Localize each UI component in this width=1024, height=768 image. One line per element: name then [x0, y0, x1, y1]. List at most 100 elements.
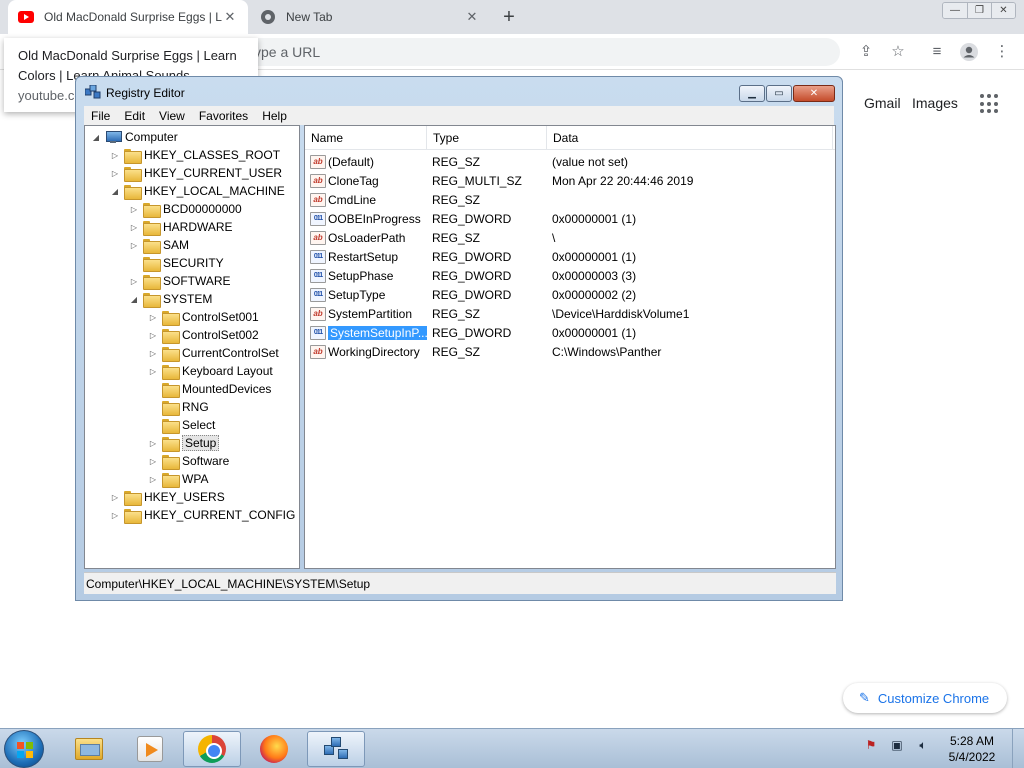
tree-item[interactable]: ▷ HKEY_CLASSES_ROOT [110, 146, 280, 164]
network-icon[interactable]: ▣ [888, 737, 906, 753]
expand-arrow-icon[interactable]: ▷ [148, 331, 158, 340]
regedit-icon [322, 735, 350, 763]
taskbar-media-player-button[interactable] [121, 731, 179, 767]
regedit-close-button[interactable]: ✕ [793, 85, 835, 102]
folder-icon [124, 166, 142, 182]
tree-item[interactable]: ◢ SYSTEM [129, 290, 212, 308]
tree-item[interactable]: ▷ Keyboard Layout [148, 362, 273, 380]
collapse-arrow-icon[interactable]: ◢ [129, 295, 139, 304]
regedit-minimize-button[interactable]: ▁ [739, 85, 765, 102]
taskbar-explorer-button[interactable] [60, 731, 118, 767]
menu-favorites[interactable]: Favorites [192, 109, 255, 123]
tree-item[interactable]: ◢ HKEY_LOCAL_MACHINE [110, 182, 285, 200]
expand-arrow-icon[interactable]: ▷ [110, 169, 120, 178]
table-row[interactable]: ab CmdLine REG_SZ [305, 190, 835, 209]
registry-key-tree[interactable]: ◢ Computer ▷ HKEY_CLASSES_ROOT ▷ HKEY_CURRENT… [84, 125, 300, 569]
tree-item[interactable]: ▷ BCD00000000 [129, 200, 242, 218]
action-center-icon[interactable]: ⚑ [862, 737, 880, 753]
menu-file[interactable]: File [84, 109, 117, 123]
computer-icon [105, 130, 122, 144]
restore-button[interactable]: ❐ [967, 3, 991, 18]
expand-arrow-icon[interactable]: ▷ [129, 223, 139, 232]
regedit-titlebar[interactable]: Registry Editor ▁ ▭ ✕ [76, 77, 842, 105]
star-icon[interactable]: ☆ [888, 42, 908, 62]
table-row[interactable]: 011 RestartSetup REG_DWORD 0x00000001 (1) [305, 247, 835, 266]
apps-grid-icon[interactable] [980, 94, 1000, 114]
expand-arrow-icon[interactable]: ▷ [129, 241, 139, 250]
tree-item-label: Select [182, 418, 216, 432]
tab-youtube[interactable]: Old MacDonald Surprise Eggs | Learn Colo… [8, 0, 248, 34]
table-row[interactable]: ab CloneTag REG_MULTI_SZ Mon Apr 22 20:44:4… [305, 171, 835, 190]
cell-data: 0x00000003 (3) [552, 268, 637, 283]
omnibox[interactable]: ype a URL [240, 38, 840, 66]
string-value-icon: ab [310, 306, 326, 321]
expand-arrow-icon[interactable]: ▷ [110, 151, 120, 160]
column-header-type[interactable]: Type [427, 126, 547, 150]
table-row[interactable]: 011 SetupType REG_DWORD 0x00000002 (2) [305, 285, 835, 304]
table-row[interactable]: ab (Default) REG_SZ (value not set) [305, 152, 835, 171]
taskbar-regedit-button[interactable] [307, 731, 365, 767]
tree-item[interactable]: ▷ CurrentControlSet [148, 344, 279, 362]
menu-view[interactable]: View [152, 109, 192, 123]
expand-arrow-icon[interactable]: ▷ [129, 277, 139, 286]
close-button[interactable]: ✕ [991, 3, 1015, 18]
media-control-icon[interactable]: ≡ [927, 42, 947, 62]
tree-item[interactable]: SECURITY [129, 254, 224, 272]
tree-item[interactable]: ▷ HKEY_USERS [110, 488, 225, 506]
clock[interactable]: 5:28 AM 5/4/2022 [940, 733, 1004, 765]
customize-chrome-button[interactable]: ✎ Customize Chrome [843, 683, 1007, 713]
tree-item[interactable]: ▷ HARDWARE [129, 218, 233, 236]
table-row[interactable]: 011 SetupPhase REG_DWORD 0x00000003 (3) [305, 266, 835, 285]
tab-close-icon[interactable]: ✕ [222, 9, 238, 25]
expand-arrow-icon[interactable]: ▷ [148, 367, 158, 376]
tree-item[interactable]: ▷ WPA [148, 470, 208, 488]
minimize-button[interactable]: — [943, 3, 967, 18]
tree-item[interactable]: ◢ Computer [91, 128, 178, 146]
volume-icon[interactable]: 🔈︎ [914, 737, 932, 753]
tree-item[interactable]: ▷ HKEY_CURRENT_USER [110, 164, 282, 182]
new-tab-button[interactable]: + [498, 6, 520, 28]
expand-arrow-icon[interactable]: ▷ [110, 511, 120, 520]
gmail-link[interactable]: Gmail [864, 95, 901, 111]
tree-item[interactable]: ▷ SAM [129, 236, 189, 254]
images-link[interactable]: Images [912, 95, 958, 111]
column-header-data[interactable]: Data [547, 126, 833, 150]
expand-arrow-icon[interactable]: ▷ [110, 493, 120, 502]
table-row[interactable]: 011 SystemSetupInP... REG_DWORD 0x00000001 … [305, 323, 835, 342]
expand-arrow-icon[interactable]: ▷ [129, 205, 139, 214]
tree-item[interactable]: Select [148, 416, 215, 434]
tree-item[interactable]: ▷ ControlSet002 [148, 326, 259, 344]
show-desktop-button[interactable] [1012, 729, 1024, 768]
tree-item[interactable]: ▷ HKEY_CURRENT_CONFIG [110, 506, 295, 524]
table-row[interactable]: ab SystemPartition REG_SZ \Device\HarddiskV… [305, 304, 835, 323]
collapse-arrow-icon[interactable]: ◢ [91, 133, 101, 142]
expand-arrow-icon[interactable]: ▷ [148, 313, 158, 322]
table-row[interactable]: ab WorkingDirectory REG_SZ C:\Windows\Panth… [305, 342, 835, 361]
menu-icon[interactable]: ⋮ [992, 42, 1012, 62]
tree-item[interactable]: ▷ SOFTWARE [129, 272, 231, 290]
tab-close-icon[interactable]: ✕ [464, 9, 480, 25]
menu-help[interactable]: Help [255, 109, 294, 123]
start-button[interactable] [4, 730, 44, 768]
tree-item[interactable]: MountedDevices [148, 380, 271, 398]
cell-name: 011 SetupType [305, 287, 427, 302]
expand-arrow-icon[interactable]: ▷ [148, 349, 158, 358]
menu-edit[interactable]: Edit [117, 109, 152, 123]
taskbar-firefox-button[interactable] [245, 731, 303, 767]
collapse-arrow-icon[interactable]: ◢ [110, 187, 120, 196]
table-row[interactable]: ab OsLoaderPath REG_SZ \ [305, 228, 835, 247]
profile-icon[interactable] [959, 42, 979, 62]
tree-item[interactable]: ▷ ControlSet001 [148, 308, 259, 326]
expand-arrow-icon[interactable]: ▷ [148, 439, 158, 448]
column-header-name[interactable]: Name [305, 126, 427, 150]
taskbar-chrome-button[interactable] [183, 731, 241, 767]
tree-item[interactable]: ▷ Setup [148, 434, 220, 452]
tree-item[interactable]: ▷ Software [148, 452, 229, 470]
tab-new-tab[interactable]: New Tab ✕ [250, 0, 490, 34]
regedit-maximize-button[interactable]: ▭ [766, 85, 792, 102]
expand-arrow-icon[interactable]: ▷ [148, 475, 158, 484]
tree-item[interactable]: RNG [148, 398, 209, 416]
table-row[interactable]: 011 OOBEInProgress REG_DWORD 0x00000001 (1) [305, 209, 835, 228]
expand-arrow-icon[interactable]: ▷ [148, 457, 158, 466]
share-icon[interactable]: ⇪ [856, 42, 876, 62]
